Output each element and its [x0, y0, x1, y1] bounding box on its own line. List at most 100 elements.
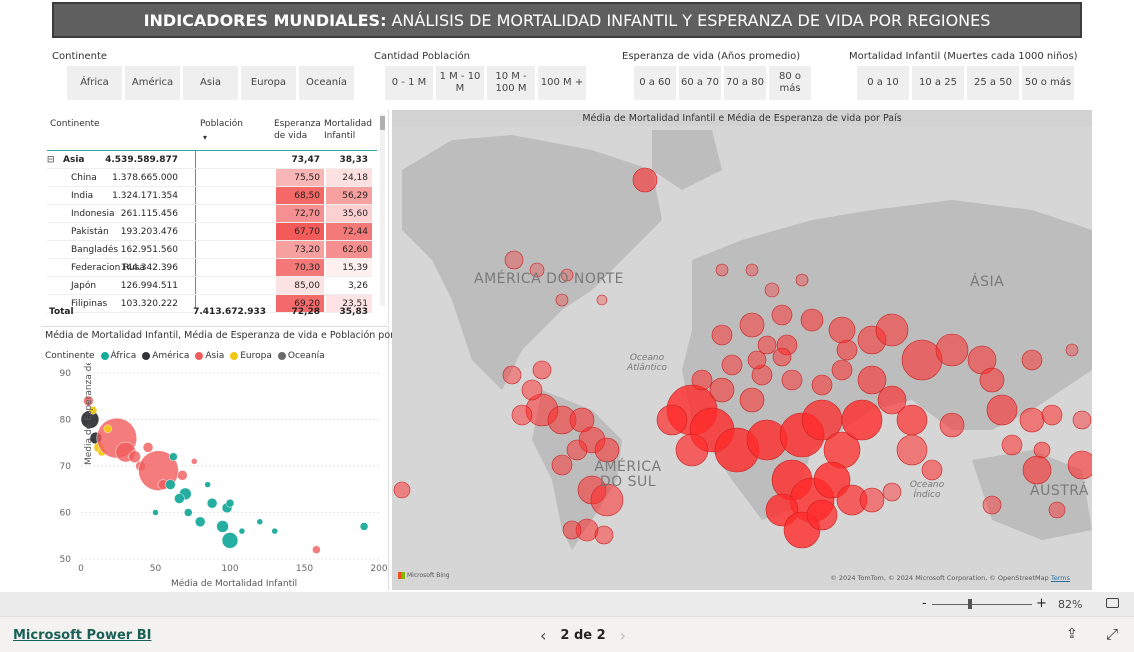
map-bubble[interactable] — [747, 350, 767, 370]
map-bubble[interactable] — [566, 439, 588, 461]
map-bubble[interactable] — [632, 167, 658, 193]
zoom-level[interactable]: 82% — [1058, 598, 1082, 611]
map-bubble[interactable] — [921, 459, 943, 481]
slicer-chip-60-70[interactable]: 60 a 70 — [679, 66, 721, 100]
header-mortalidad[interactable]: Mortalidad Infantil — [324, 118, 372, 142]
map-bubble[interactable] — [1072, 410, 1092, 430]
slicer-chip-asia[interactable]: Asia — [183, 66, 238, 100]
map-bubble[interactable] — [532, 360, 552, 380]
table-row[interactable]: India 1.324.171.354 68,50 56,29 — [47, 187, 373, 205]
map-bubble[interactable] — [982, 495, 1002, 515]
map-bubble[interactable] — [1022, 455, 1052, 485]
map-bubble[interactable] — [709, 377, 735, 403]
scatter-point[interactable] — [177, 470, 188, 481]
map-bubble[interactable] — [979, 367, 1005, 393]
map-bubble[interactable] — [502, 365, 522, 385]
scatter-point[interactable] — [142, 442, 154, 453]
map-bubble[interactable] — [772, 347, 792, 367]
scatter-point[interactable] — [103, 424, 113, 434]
scatter-point[interactable] — [359, 522, 369, 531]
legend-item-america[interactable]: América — [142, 351, 189, 361]
map-bubble[interactable] — [836, 339, 858, 361]
table-row[interactable]: Pakistán 193.203.476 67,70 72,44 — [47, 223, 373, 241]
zoom-slider-thumb[interactable] — [968, 599, 972, 609]
collapse-icon[interactable]: ⊟ — [47, 155, 55, 165]
scatter-point[interactable] — [206, 497, 218, 509]
map-bubble[interactable] — [739, 312, 765, 338]
map-bubble[interactable] — [1065, 343, 1079, 357]
map-bubble[interactable] — [896, 404, 928, 436]
map-bubble[interactable] — [594, 525, 614, 545]
map-bubble[interactable] — [771, 304, 793, 326]
slicer-chip-50-plus[interactable]: 50 o más — [1022, 66, 1074, 100]
map-bubble[interactable] — [745, 263, 759, 277]
map-canvas[interactable] — [392, 110, 1092, 590]
fit-to-page-icon[interactable] — [1106, 598, 1119, 608]
map-bubble[interactable] — [675, 433, 709, 467]
table-row[interactable]: China 1.378.665.000 75,50 24,18 — [47, 169, 373, 187]
map-bubble[interactable] — [739, 387, 765, 413]
legend-item-africa[interactable]: África — [100, 351, 136, 361]
group-row-asia[interactable]: ⊟ Asia 4.539.589.877 73,47 38,33 — [47, 151, 373, 169]
slicer-chip-0-60[interactable]: 0 a 60 — [634, 66, 676, 100]
slicer-chip-0-10[interactable]: 0 a 10 — [857, 66, 909, 100]
map-bubble[interactable] — [795, 273, 809, 287]
header-continente[interactable]: Continente — [50, 118, 100, 130]
map-bubble[interactable] — [781, 369, 803, 391]
scatter-point[interactable] — [271, 527, 278, 535]
slicer-chip-100m-plus[interactable]: 100 M + — [538, 66, 586, 100]
map-bubble[interactable] — [896, 434, 928, 466]
scatter-point[interactable] — [225, 498, 235, 508]
slicer-chip-oceania[interactable]: Oceanía — [299, 66, 354, 100]
map-bubble[interactable] — [757, 335, 777, 355]
map-bubble[interactable] — [859, 487, 885, 513]
table-row[interactable]: Bangladés 162.951.560 73,20 62,60 — [47, 241, 373, 259]
map-bubble[interactable] — [875, 313, 909, 347]
power-bi-link[interactable]: Microsoft Power BI — [13, 628, 151, 643]
scatter-point[interactable] — [128, 450, 141, 463]
scrollbar-thumb[interactable] — [380, 116, 385, 130]
slicer-chip-10-25[interactable]: 10 a 25 — [912, 66, 964, 100]
map-bubble[interactable] — [551, 454, 573, 476]
slicer-chip-25-50[interactable]: 25 a 50 — [967, 66, 1019, 100]
slicer-chip-70-80[interactable]: 70 a 80 — [724, 66, 766, 100]
share-icon[interactable]: ⇪ — [1066, 626, 1078, 642]
map-bubble[interactable] — [841, 399, 883, 441]
map-bubble[interactable] — [831, 359, 853, 381]
map-bubble[interactable] — [986, 394, 1018, 426]
legend-item-oceania[interactable]: Oceanía — [277, 351, 325, 361]
scatter-point[interactable] — [312, 545, 321, 554]
zoom-slider[interactable] — [932, 604, 1032, 605]
zoom-in-button[interactable]: + — [1036, 596, 1047, 611]
map-bubble[interactable] — [596, 294, 608, 306]
map-bubble[interactable] — [901, 339, 943, 381]
scatter-point[interactable] — [152, 509, 159, 516]
scatter-point[interactable] — [238, 527, 246, 535]
table-row[interactable]: Japón 126.994.511 85,00 3,26 — [47, 277, 373, 295]
scatter-point[interactable] — [204, 481, 211, 488]
header-esperanza[interactable]: Esperanza de vida — [274, 118, 321, 142]
slicer-chip-1-10m[interactable]: 1 M - 10 M — [436, 66, 484, 100]
map-bubble[interactable] — [764, 282, 780, 298]
map-bubble[interactable] — [715, 263, 729, 277]
scatter-point[interactable] — [194, 516, 206, 528]
map-bubble[interactable] — [1033, 441, 1051, 459]
map-bubble[interactable] — [882, 482, 902, 502]
map-bubble[interactable] — [1067, 450, 1092, 480]
prev-page-icon[interactable]: ‹ — [540, 626, 546, 645]
map-bubble[interactable] — [800, 308, 824, 332]
table-row[interactable]: Indonesia 261.115.456 72,70 35,60 — [47, 205, 373, 223]
map-bubble[interactable] — [935, 333, 969, 367]
map-bubble[interactable] — [555, 293, 569, 307]
table-scrollbar[interactable] — [380, 114, 385, 306]
slicer-chip-africa[interactable]: África — [67, 66, 122, 100]
map-bubble[interactable] — [1048, 501, 1066, 519]
slicer-chip-europa[interactable]: Europa — [241, 66, 296, 100]
map-bubble[interactable] — [721, 354, 743, 376]
scatter-point[interactable] — [169, 452, 178, 461]
map-bubble[interactable] — [1001, 434, 1023, 456]
map-bubble[interactable] — [939, 412, 965, 438]
scatter-point[interactable] — [221, 532, 239, 549]
next-page-icon[interactable]: › — [620, 626, 626, 645]
map-bubble[interactable] — [521, 379, 543, 401]
